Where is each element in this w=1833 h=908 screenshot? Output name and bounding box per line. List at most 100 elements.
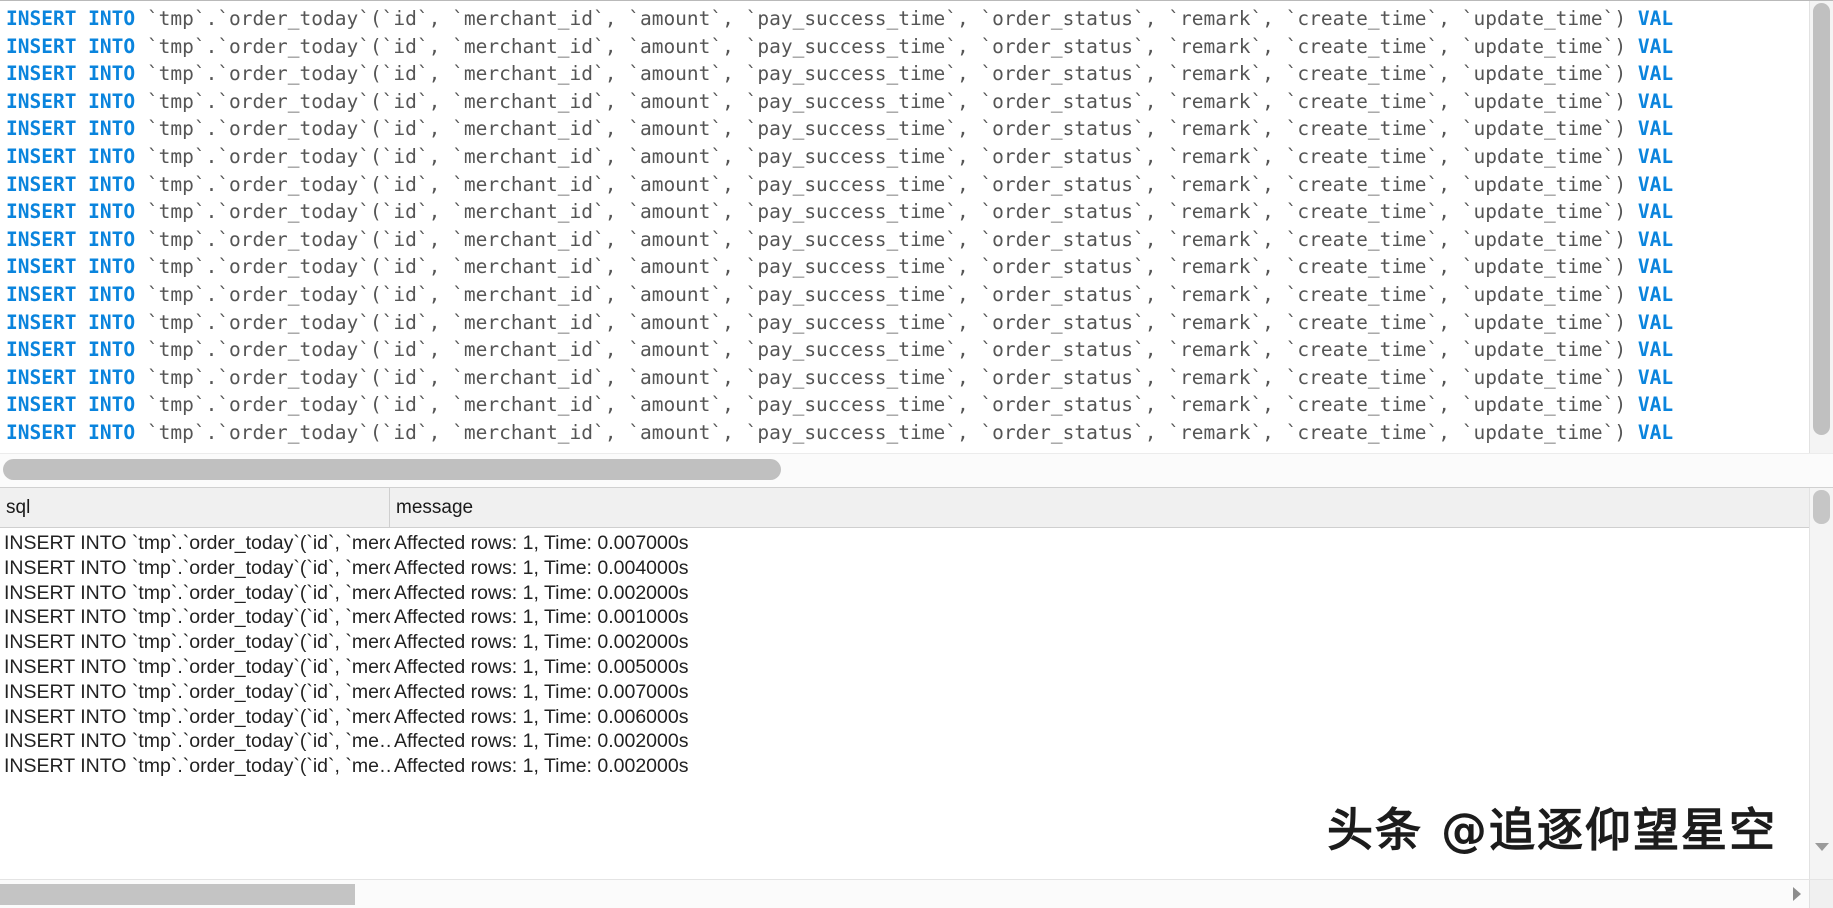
sql-client-window: INSERT INTO `tmp`.`order_today`(`id`, `m… <box>0 0 1833 908</box>
sql-editor-line: INSERT INTO `tmp`.`order_today`(`id`, `m… <box>0 364 1809 392</box>
sql-values-keyword: VAL <box>1637 365 1674 389</box>
chevron-right-icon[interactable] <box>1793 887 1801 901</box>
sql-keyword: INSERT INTO <box>6 255 136 279</box>
sql-editor-line: INSERT INTO `tmp`.`order_today`(`id`, `m… <box>0 115 1809 143</box>
editor-horizontal-scrollbar[interactable] <box>0 453 1833 487</box>
table-row[interactable]: INSERT INTO `tmp`.`order_today`(`id`, `m… <box>0 680 1833 705</box>
sql-keyword: INSERT INTO <box>6 338 136 362</box>
cell-message: Affected rows: 1, Time: 0.002000s <box>394 730 689 753</box>
sql-values-keyword: VAL <box>1637 62 1674 86</box>
sql-statement-body: `tmp`.`order_today`(`id`, `merchant_id`,… <box>135 200 1638 224</box>
sql-statement-body: `tmp`.`order_today`(`id`, `merchant_id`,… <box>135 117 1638 141</box>
sql-statement-body: `tmp`.`order_today`(`id`, `merchant_id`,… <box>135 282 1638 306</box>
sql-editor-line: INSERT INTO `tmp`.`order_today`(`id`, `m… <box>0 5 1809 33</box>
sql-editor-scroll-wrap: INSERT INTO `tmp`.`order_today`(`id`, `m… <box>0 1 1833 453</box>
sql-editor-line: INSERT INTO `tmp`.`order_today`(`id`, `m… <box>0 198 1809 226</box>
chevron-down-icon[interactable] <box>1814 843 1829 851</box>
sql-statement-body: `tmp`.`order_today`(`id`, `merchant_id`,… <box>135 338 1638 362</box>
cell-message: Affected rows: 1, Time: 0.005000s <box>394 655 689 678</box>
sql-values-keyword: VAL <box>1637 144 1674 168</box>
sql-statement-body: `tmp`.`order_today`(`id`, `merchant_id`,… <box>135 34 1638 58</box>
sql-statement-body: `tmp`.`order_today`(`id`, `merchant_id`,… <box>135 393 1638 417</box>
sql-statement-body: `tmp`.`order_today`(`id`, `merchant_id`,… <box>135 89 1638 113</box>
cell-message: Affected rows: 1, Time: 0.002000s <box>394 755 689 778</box>
sql-statement-body: `tmp`.`order_today`(`id`, `merchant_id`,… <box>135 420 1638 444</box>
scrollbar-corner <box>1809 880 1833 908</box>
table-row[interactable]: INSERT INTO `tmp`.`order_today`(`id`, `m… <box>0 531 1833 556</box>
sql-statement-body: `tmp`.`order_today`(`id`, `merchant_id`,… <box>135 144 1638 168</box>
sql-values-keyword: VAL <box>1637 255 1674 279</box>
editor-vertical-scrollbar-thumb[interactable] <box>1813 3 1830 435</box>
sql-keyword: INSERT INTO <box>6 365 136 389</box>
sql-keyword: INSERT INTO <box>6 144 136 168</box>
sql-keyword: INSERT INTO <box>6 62 136 86</box>
table-row[interactable]: INSERT INTO `tmp`.`order_today`(`id`, `m… <box>0 630 1833 655</box>
sql-keyword: INSERT INTO <box>6 200 136 224</box>
sql-statement-body: `tmp`.`order_today`(`id`, `merchant_id`,… <box>135 172 1638 196</box>
sql-keyword: INSERT INTO <box>6 117 136 141</box>
results-table-header: sql message <box>0 488 1833 528</box>
sql-keyword: INSERT INTO <box>6 310 136 334</box>
table-row[interactable]: INSERT INTO `tmp`.`order_today`(`id`, `m… <box>0 655 1833 680</box>
sql-keyword: INSERT INTO <box>6 172 136 196</box>
sql-values-keyword: VAL <box>1637 393 1674 417</box>
sql-values-keyword: VAL <box>1637 338 1674 362</box>
sql-statement-body: `tmp`.`order_today`(`id`, `merchant_id`,… <box>135 7 1638 30</box>
cell-sql: INSERT INTO `tmp`.`order_today`(`id`, `m… <box>4 755 390 778</box>
sql-keyword: INSERT INTO <box>6 393 136 417</box>
sql-values-keyword: VAL <box>1637 310 1674 334</box>
sql-statement-body: `tmp`.`order_today`(`id`, `merchant_id`,… <box>135 255 1638 279</box>
sql-editor-line: INSERT INTO `tmp`.`order_today`(`id`, `m… <box>0 60 1809 88</box>
sql-values-keyword: VAL <box>1637 227 1674 251</box>
editor-vertical-scrollbar[interactable] <box>1809 1 1833 453</box>
sql-editor-line: INSERT INTO `tmp`.`order_today`(`id`, `m… <box>0 226 1809 254</box>
editor-horizontal-scrollbar-thumb[interactable] <box>3 459 781 480</box>
cell-sql: INSERT INTO `tmp`.`order_today`(`id`, `m… <box>4 655 390 678</box>
sql-values-keyword: VAL <box>1637 282 1674 306</box>
sql-editor-text[interactable]: INSERT INTO `tmp`.`order_today`(`id`, `m… <box>0 1 1809 453</box>
sql-editor-line: INSERT INTO `tmp`.`order_today`(`id`, `m… <box>0 336 1809 364</box>
sql-keyword: INSERT INTO <box>6 89 136 113</box>
results-vertical-scrollbar-thumb[interactable] <box>1813 490 1830 524</box>
column-header-message[interactable]: message <box>390 488 1833 527</box>
sql-keyword: INSERT INTO <box>6 227 136 251</box>
cell-sql: INSERT INTO `tmp`.`order_today`(`id`, `m… <box>4 532 390 554</box>
sql-editor-line: INSERT INTO `tmp`.`order_today`(`id`, `m… <box>0 33 1809 61</box>
sql-values-keyword: VAL <box>1637 117 1674 141</box>
sql-editor-line: INSERT INTO `tmp`.`order_today`(`id`, `m… <box>0 253 1809 281</box>
cell-sql: INSERT INTO `tmp`.`order_today`(`id`, `m… <box>4 581 390 604</box>
results-table-body: INSERT INTO `tmp`.`order_today`(`id`, `m… <box>0 528 1833 908</box>
cell-message: Affected rows: 1, Time: 0.001000s <box>394 606 689 629</box>
sql-editor-line: INSERT INTO `tmp`.`order_today`(`id`, `m… <box>0 171 1809 199</box>
sql-editor-line: INSERT INTO `tmp`.`order_today`(`id`, `m… <box>0 281 1809 309</box>
window-horizontal-scrollbar-thumb[interactable] <box>0 884 355 905</box>
sql-keyword: INSERT INTO <box>6 7 136 30</box>
cell-sql: INSERT INTO `tmp`.`order_today`(`id`, `m… <box>4 556 390 579</box>
cell-sql: INSERT INTO `tmp`.`order_today`(`id`, `m… <box>4 730 390 753</box>
cell-message: Affected rows: 1, Time: 0.006000s <box>394 705 689 728</box>
sql-editor-line: INSERT INTO `tmp`.`order_today`(`id`, `m… <box>0 309 1809 337</box>
table-row[interactable]: INSERT INTO `tmp`.`order_today`(`id`, `m… <box>0 729 1833 754</box>
sql-values-keyword: VAL <box>1637 34 1674 58</box>
cell-sql: INSERT INTO `tmp`.`order_today`(`id`, `m… <box>4 680 390 703</box>
sql-editor-line: INSERT INTO `tmp`.`order_today`(`id`, `m… <box>0 391 1809 419</box>
table-row[interactable]: INSERT INTO `tmp`.`order_today`(`id`, `m… <box>0 581 1833 606</box>
column-header-sql[interactable]: sql <box>0 488 390 527</box>
sql-editor-line: INSERT INTO `tmp`.`order_today`(`id`, `m… <box>0 88 1809 116</box>
sql-statement-body: `tmp`.`order_today`(`id`, `merchant_id`,… <box>135 62 1638 86</box>
window-horizontal-scrollbar[interactable] <box>0 879 1833 908</box>
cell-sql: INSERT INTO `tmp`.`order_today`(`id`, `m… <box>4 606 390 629</box>
sql-keyword: INSERT INTO <box>6 34 136 58</box>
table-row[interactable]: INSERT INTO `tmp`.`order_today`(`id`, `m… <box>0 705 1833 730</box>
sql-editor-pane: INSERT INTO `tmp`.`order_today`(`id`, `m… <box>0 0 1833 487</box>
results-vertical-scrollbar[interactable] <box>1809 488 1833 879</box>
cell-message: Affected rows: 1, Time: 0.004000s <box>394 556 689 579</box>
table-row[interactable]: INSERT INTO `tmp`.`order_today`(`id`, `m… <box>0 605 1833 630</box>
sql-keyword: INSERT INTO <box>6 282 136 306</box>
table-row[interactable]: INSERT INTO `tmp`.`order_today`(`id`, `m… <box>0 754 1833 779</box>
sql-statement-body: `tmp`.`order_today`(`id`, `merchant_id`,… <box>135 227 1638 251</box>
cell-sql: INSERT INTO `tmp`.`order_today`(`id`, `m… <box>4 705 390 728</box>
sql-statement-body: `tmp`.`order_today`(`id`, `merchant_id`,… <box>135 365 1638 389</box>
cell-message: Affected rows: 1, Time: 0.002000s <box>394 581 689 604</box>
table-row[interactable]: INSERT INTO `tmp`.`order_today`(`id`, `m… <box>0 556 1833 581</box>
